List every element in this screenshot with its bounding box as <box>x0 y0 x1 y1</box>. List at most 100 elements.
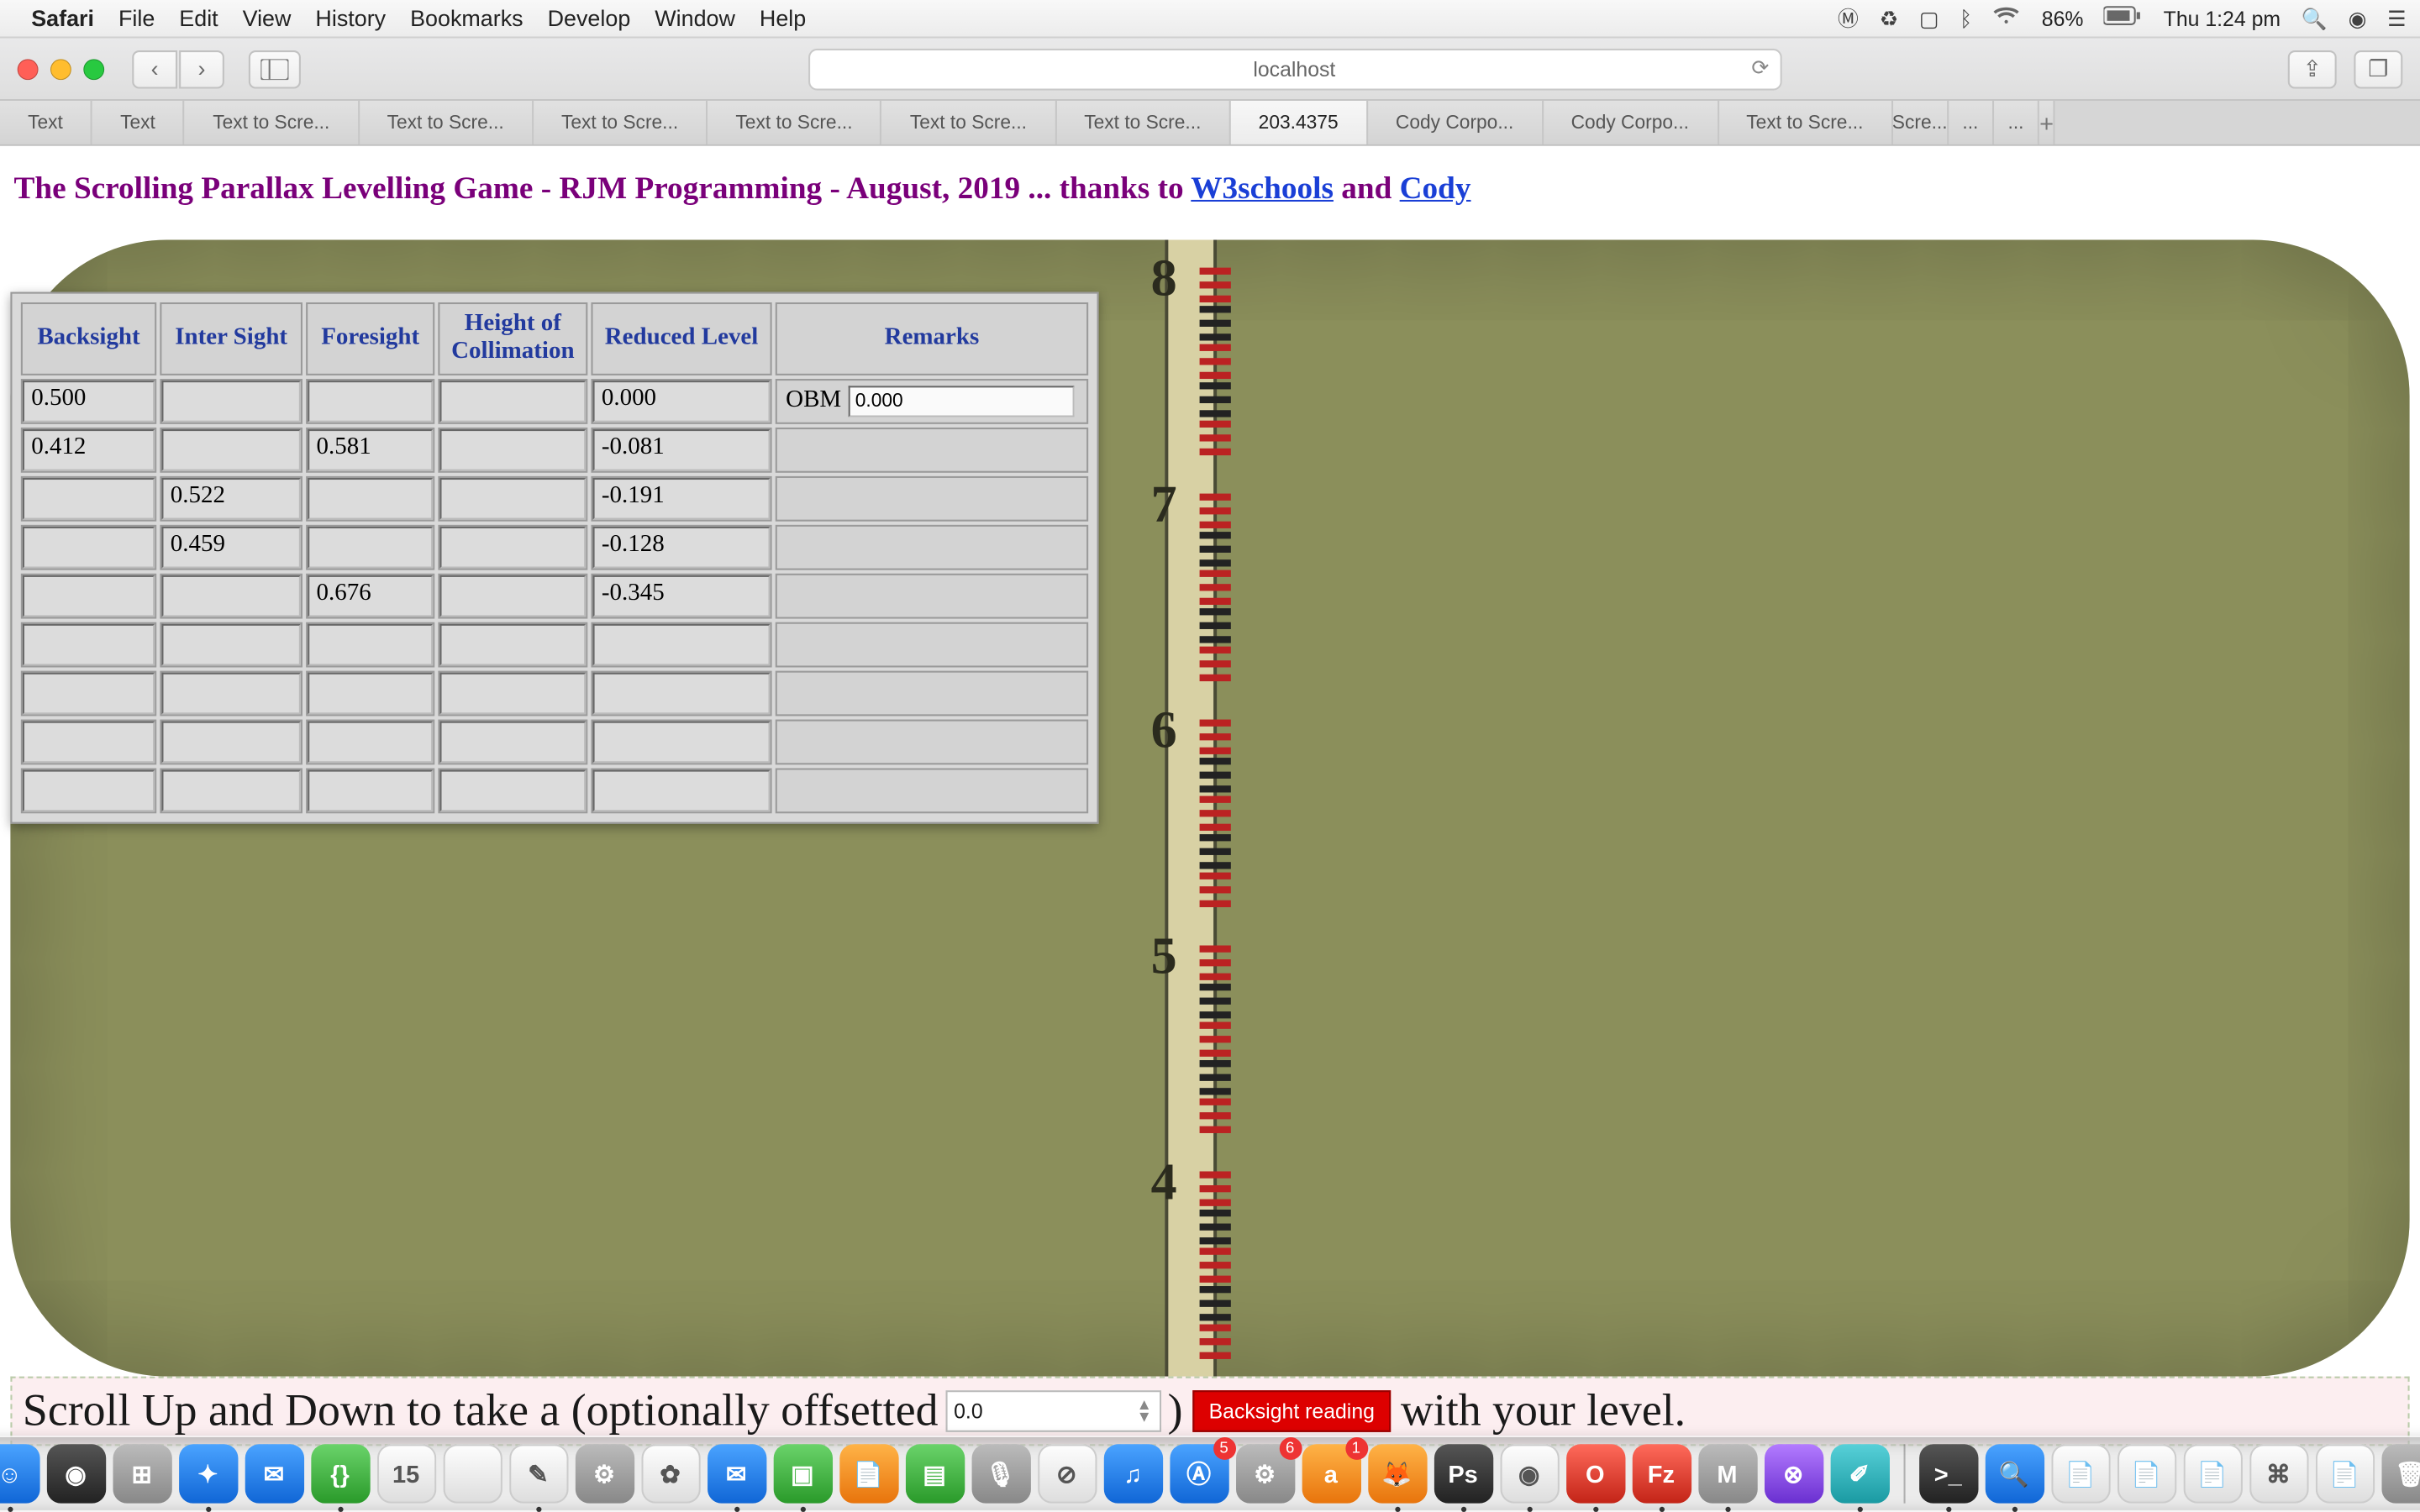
dock-filezilla[interactable]: Fz <box>1632 1444 1691 1503</box>
cell-input[interactable]: 0.581 <box>308 429 433 471</box>
cell-input[interactable] <box>593 722 771 764</box>
spotlight-icon[interactable]: 🔍 <box>2302 6 2328 30</box>
dock-terminal[interactable]: >_ <box>1918 1444 1977 1503</box>
link-cody[interactable]: Cody <box>1400 171 1471 205</box>
new-tab-button[interactable]: + <box>2039 101 2055 144</box>
close-button[interactable] <box>18 58 39 79</box>
tab-13[interactable]: ... <box>1949 101 1994 144</box>
dock-mamp[interactable]: M <box>1697 1444 1756 1503</box>
cell-input[interactable] <box>161 429 301 471</box>
menu-app[interactable]: Safari <box>31 5 94 31</box>
sidebar-toggle-button[interactable] <box>249 50 301 88</box>
tab-1[interactable]: Text <box>92 101 185 144</box>
menu-history[interactable]: History <box>315 5 386 31</box>
cell-input[interactable] <box>161 381 301 423</box>
cell-input[interactable]: 0.000 <box>593 381 771 423</box>
tab-10[interactable]: Cody Corpo... <box>1543 101 1718 144</box>
dock-opera[interactable]: O <box>1565 1444 1624 1503</box>
obm-input[interactable] <box>848 386 1074 417</box>
dock-paint[interactable]: ✐ <box>1830 1444 1889 1503</box>
cell-input[interactable] <box>593 770 771 812</box>
status-icon-2[interactable]: ♻ <box>1880 6 1898 30</box>
dock-mic[interactable]: 🎙 <box>971 1444 1030 1503</box>
dock-doc1[interactable]: 📄 <box>2050 1444 2109 1503</box>
cell-input[interactable] <box>308 722 433 764</box>
minimize-button[interactable] <box>50 58 71 79</box>
reload-icon[interactable]: ⟳ <box>1751 55 1769 79</box>
cell-input[interactable] <box>161 770 301 812</box>
dock-itunes[interactable]: ♫ <box>1103 1444 1162 1503</box>
cell-input[interactable] <box>161 673 301 715</box>
dock-messages[interactable]: ✉ <box>707 1444 765 1503</box>
tab-3[interactable]: Text to Scre... <box>359 101 533 144</box>
cell-input[interactable] <box>23 575 155 617</box>
dock-octo[interactable]: ⊗ <box>1764 1444 1823 1503</box>
dock-settings[interactable]: ⚙ <box>575 1444 634 1503</box>
tab-0[interactable]: Text <box>0 101 92 144</box>
dock-chrome[interactable]: ◉ <box>1499 1444 1558 1503</box>
tabs-overview-button[interactable]: ❐ <box>2354 50 2402 88</box>
bluetooth-icon[interactable]: ᛒ <box>1960 6 1972 30</box>
dock-pages[interactable]: 📄 <box>839 1444 897 1503</box>
cell-input[interactable] <box>23 722 155 764</box>
cell-input[interactable]: -0.128 <box>593 527 771 569</box>
cell-input[interactable] <box>308 381 433 423</box>
tab-4[interactable]: Text to Scre... <box>534 101 708 144</box>
airplay-icon[interactable]: ▢ <box>1919 6 1939 30</box>
tab-14[interactable]: ... <box>1994 101 2039 144</box>
cell-input[interactable] <box>593 624 771 666</box>
dock-facetime[interactable]: ▣ <box>773 1444 832 1503</box>
dock-block[interactable]: ⊘ <box>1037 1444 1096 1503</box>
status-icon-1[interactable]: Ⓜ <box>1838 3 1859 33</box>
menu-develop[interactable]: Develop <box>548 5 631 31</box>
back-button[interactable]: ‹ <box>132 50 177 88</box>
dock-avast[interactable]: a1 <box>1302 1444 1360 1503</box>
cell-input[interactable]: 0.676 <box>308 575 433 617</box>
tab-2[interactable]: Text to Scre... <box>185 101 359 144</box>
dock-firefox[interactable]: 🦊 <box>1367 1444 1426 1503</box>
cell-input[interactable]: -0.191 <box>593 478 771 520</box>
cell-input[interactable] <box>439 624 586 666</box>
battery-percent[interactable]: 86% <box>2042 6 2084 30</box>
cell-input[interactable] <box>23 478 155 520</box>
cell-input[interactable] <box>161 624 301 666</box>
menu-file[interactable]: File <box>118 5 155 31</box>
forward-button[interactable]: › <box>179 50 224 88</box>
cell-input[interactable]: 0.500 <box>23 381 155 423</box>
cell-input[interactable] <box>439 770 586 812</box>
cell-input[interactable] <box>308 527 433 569</box>
dock-search[interactable]: 🔍 <box>1985 1444 2044 1503</box>
cell-input[interactable] <box>439 575 586 617</box>
cell-input[interactable]: 0.522 <box>161 478 301 520</box>
dock-doc4[interactable]: 📄 <box>2315 1444 2374 1503</box>
cell-input[interactable] <box>439 381 586 423</box>
dock-finder[interactable]: ☺ <box>0 1444 39 1503</box>
dock-numbers[interactable]: ▤ <box>905 1444 964 1503</box>
cell-input[interactable] <box>308 673 433 715</box>
tab-6[interactable]: Text to Scre... <box>882 101 1056 144</box>
cell-input[interactable] <box>161 722 301 764</box>
menu-view[interactable]: View <box>243 5 292 31</box>
dock-notes[interactable]: ✎ <box>508 1444 567 1503</box>
tab-8[interactable]: 203.4375 <box>1231 101 1368 144</box>
dock-blank1[interactable] <box>443 1444 502 1503</box>
address-bar[interactable]: localhost ⟳ <box>808 48 1781 90</box>
cell-input[interactable] <box>23 624 155 666</box>
menu-help[interactable]: Help <box>760 5 806 31</box>
share-button[interactable]: ⇪ <box>2288 50 2337 88</box>
cell-input[interactable] <box>23 673 155 715</box>
menu-edit[interactable]: Edit <box>179 5 218 31</box>
menubar-clock[interactable]: Thu 1:24 pm <box>2164 6 2281 30</box>
tab-11[interactable]: Text to Scre... <box>1718 101 1892 144</box>
cell-input[interactable]: 0.412 <box>23 429 155 471</box>
cell-input[interactable] <box>439 478 586 520</box>
cell-input[interactable] <box>439 722 586 764</box>
dock-photos[interactable]: ✿ <box>640 1444 699 1503</box>
menu-bookmarks[interactable]: Bookmarks <box>410 5 523 31</box>
dock-trash[interactable]: 🗑 <box>2381 1444 2420 1503</box>
cell-input[interactable] <box>308 624 433 666</box>
cell-input[interactable] <box>308 770 433 812</box>
dock-sys[interactable]: ⚙6 <box>1235 1444 1294 1503</box>
cell-input[interactable]: -0.345 <box>593 575 771 617</box>
link-w3schools[interactable]: W3schools <box>1191 171 1334 205</box>
